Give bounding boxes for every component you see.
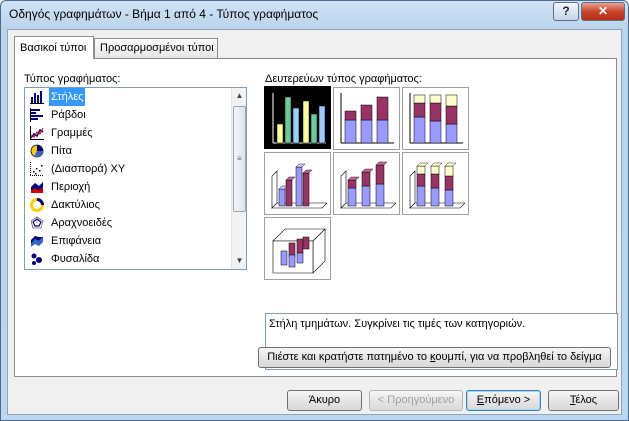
window-title: Οδηγός γραφημάτων - Βήμα 1 από 4 - Τύπος… xyxy=(9,7,319,21)
list-item-label: (Διασπορά) XY xyxy=(51,163,126,175)
tab-standard-types[interactable]: Βασικοί τύποι xyxy=(14,36,94,59)
list-item-scatter[interactable]: (Διασπορά) XY xyxy=(26,160,229,178)
list-item-label: Περιοχή xyxy=(51,181,91,193)
chart-type-list[interactable]: Στήλες Ράβδοι Γραμμές Πίτα (Διασπορά) XY xyxy=(24,87,247,270)
next-button[interactable]: Επόμενο > xyxy=(466,390,541,411)
clustered-column-3d-preview-icon xyxy=(271,163,327,209)
list-item-lines[interactable]: Γραμμές xyxy=(26,124,229,142)
subtype-3d-100-stacked-column[interactable] xyxy=(402,152,469,215)
list-item-label: Επιφάνεια xyxy=(51,235,102,247)
subtype-100-stacked-column[interactable] xyxy=(402,87,469,150)
list-item-radar[interactable]: Αραχνοειδές xyxy=(26,214,229,232)
subtype-label: Δευτερεύων τύπος γραφήματος: xyxy=(265,73,422,85)
area-chart-icon xyxy=(31,182,43,193)
list-item-label: Ράβδοι xyxy=(51,109,86,121)
bubble-chart-icon xyxy=(31,253,42,265)
tab-custom-types[interactable]: Προσαρμοσμένοι τύποι xyxy=(94,38,218,58)
press-and-hold-preview-button[interactable]: Πιέστε και κρατήστε πατημένο το κουμπί, … xyxy=(258,347,611,368)
scrollbar-thumb[interactable]: ≡ xyxy=(233,106,246,212)
subtype-3d-column[interactable] xyxy=(264,217,331,280)
radar-chart-icon xyxy=(30,216,44,229)
scatter-chart-icon xyxy=(30,162,44,176)
list-item-surface[interactable]: Επιφάνεια xyxy=(26,232,229,250)
subtype-stacked-column[interactable] xyxy=(333,87,400,150)
chart-wizard-window: Οδηγός γραφημάτων - Βήμα 1 από 4 - Τύπος… xyxy=(0,0,629,421)
pie-chart-icon xyxy=(30,144,44,158)
scroll-up-icon[interactable]: ▲ xyxy=(232,88,246,104)
surface-chart-icon xyxy=(31,236,43,247)
subtype-3d-stacked-column[interactable] xyxy=(333,152,400,215)
list-item-bars[interactable]: Ράβδοι xyxy=(26,106,229,124)
chart-type-list-scrollbar[interactable]: ▲ ≡ ▼ xyxy=(231,88,246,269)
column-chart-icon xyxy=(30,91,44,104)
stacked-column-preview-icon xyxy=(340,93,394,144)
list-item-label: Γραμμές xyxy=(51,127,93,139)
list-item-label: Στήλες xyxy=(49,88,86,106)
list-item-label: Αραχνοειδές xyxy=(51,217,113,229)
subtype-3d-clustered-column[interactable] xyxy=(264,152,331,215)
list-item-label: Πίτα xyxy=(51,145,72,157)
title-bar[interactable]: Οδηγός γραφημάτων - Βήμα 1 από 4 - Τύπος… xyxy=(1,1,628,29)
line-chart-icon xyxy=(30,126,44,140)
doughnut-chart-icon xyxy=(30,198,44,212)
close-button[interactable]: ✕ xyxy=(581,2,625,21)
percent-stacked-column-preview-icon xyxy=(409,93,463,144)
list-item-label: Δακτύλιος xyxy=(51,199,100,211)
scroll-down-icon[interactable]: ▼ xyxy=(232,253,246,269)
finish-button[interactable]: Τέλος xyxy=(548,390,619,411)
subtype-clustered-column[interactable] xyxy=(264,86,331,149)
back-button[interactable]: < Προηγούμενο xyxy=(369,390,463,411)
tab-panel-standard-types: Τύπος γραφήματος: Στήλες Ράβδοι Γραμμές … xyxy=(14,58,618,377)
help-button[interactable]: ? xyxy=(553,2,579,21)
dialog-body: Βασικοί τύποι Προσαρμοσμένοι τύποι Τύπος… xyxy=(7,29,622,415)
stacked-column-3d-preview-icon xyxy=(340,161,396,209)
list-item-columns[interactable]: Στήλες xyxy=(26,88,229,106)
clustered-column-preview-icon xyxy=(272,93,326,144)
list-item-bubble[interactable]: Φυσαλίδα xyxy=(26,250,229,268)
list-item-pie[interactable]: Πίτα xyxy=(26,142,229,160)
percent-stacked-column-3d-preview-icon xyxy=(409,162,465,209)
preview-button-text-rest: ουμπί, για να προβληθεί το δείγμα xyxy=(435,351,602,363)
column-3d-preview-icon xyxy=(272,228,326,274)
preview-button-text: Πιέστε και κρατήστε πατημένο το xyxy=(267,351,431,363)
chart-type-label: Τύπος γραφήματος: xyxy=(24,73,121,85)
next-button-label: πόμενο > xyxy=(484,394,531,406)
list-item-label: Φυσαλίδα xyxy=(51,253,100,265)
bar-chart-icon xyxy=(30,108,43,122)
list-item-doughnut[interactable]: Δακτύλιος xyxy=(26,196,229,214)
cancel-button[interactable]: Άκυρο xyxy=(287,390,362,411)
list-item-area[interactable]: Περιοχή xyxy=(26,178,229,196)
finish-button-label: έλος xyxy=(575,394,598,406)
